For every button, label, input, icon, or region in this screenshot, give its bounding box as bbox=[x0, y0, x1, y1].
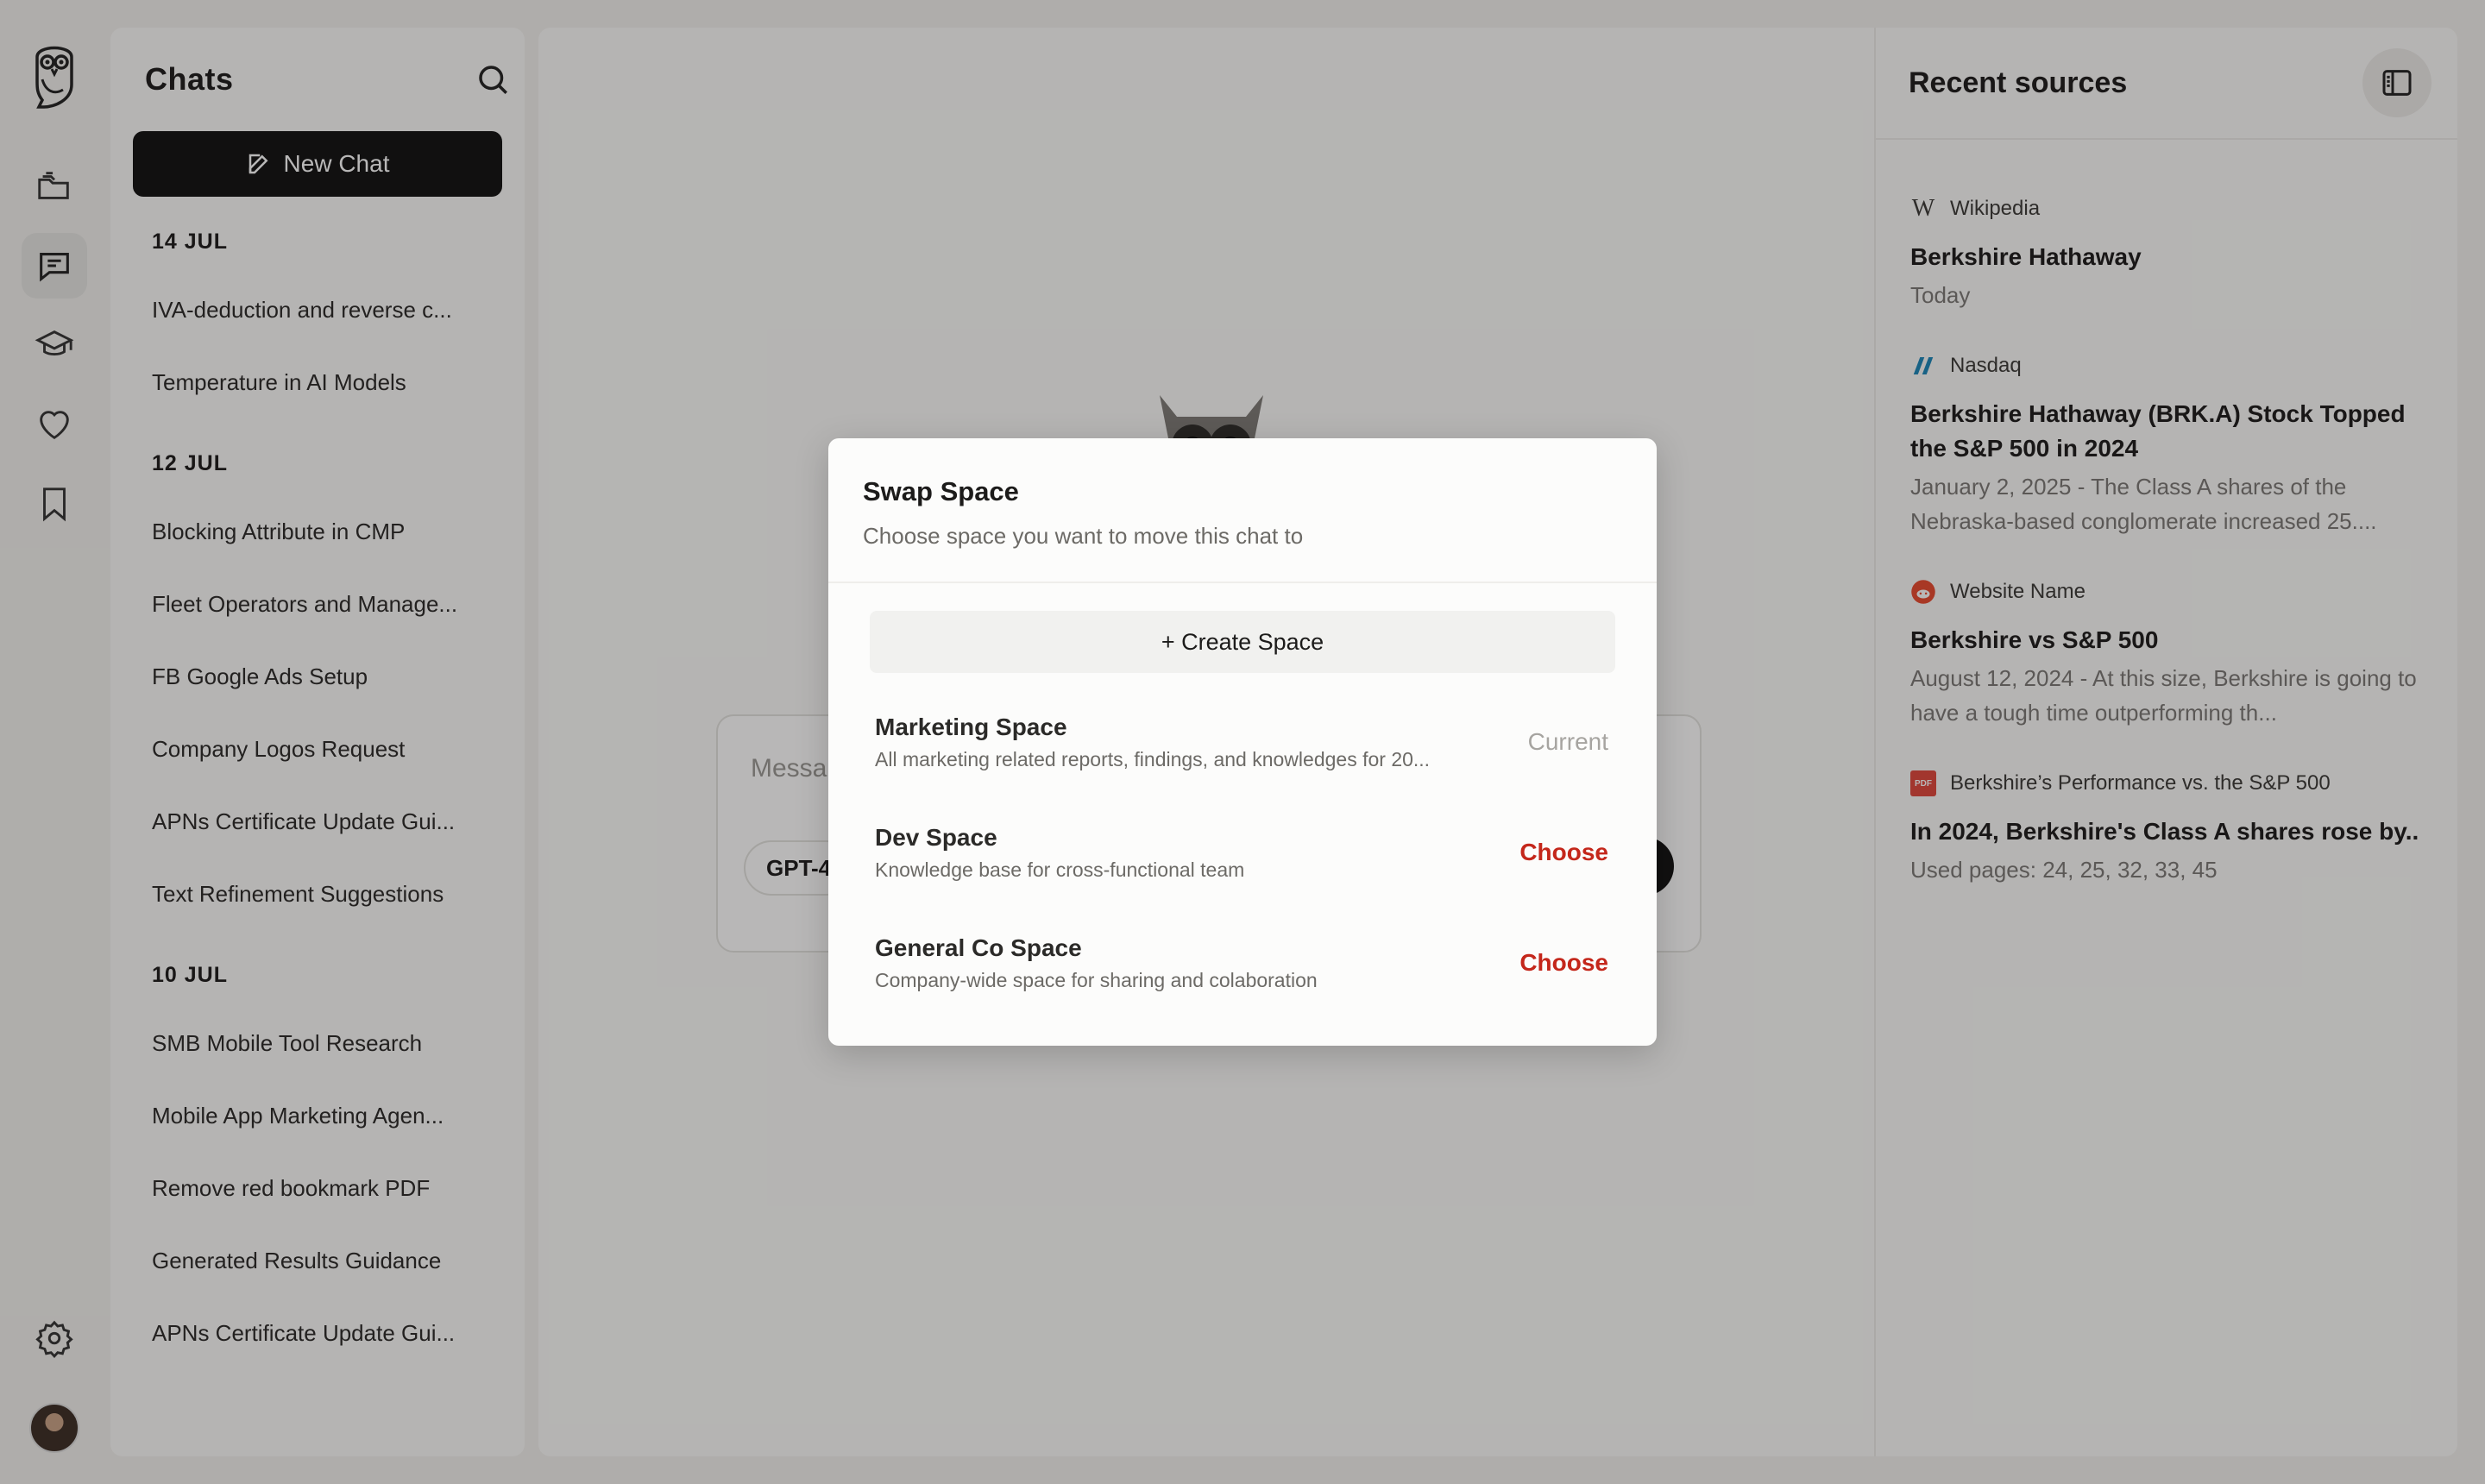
create-space-button[interactable]: + Create Space bbox=[870, 611, 1615, 673]
modal-header: Swap Space Choose space you want to move… bbox=[828, 438, 1657, 583]
space-name: Dev Space bbox=[875, 823, 997, 851]
space-info: Dev Space Knowledge base for cross-funct… bbox=[875, 824, 1244, 882]
space-desc: All marketing related reports, findings,… bbox=[875, 747, 1431, 770]
modal-title: Swap Space bbox=[863, 476, 1019, 506]
modal-subtitle: Choose space you want to move this chat … bbox=[863, 523, 1304, 549]
space-row: Dev Space Knowledge base for cross-funct… bbox=[875, 797, 1608, 908]
space-row: General Co Space Company-wide space for … bbox=[875, 908, 1608, 1018]
choose-space-button[interactable]: Choose bbox=[1519, 949, 1608, 977]
space-name: Marketing Space bbox=[875, 713, 1067, 740]
space-info: General Co Space Company-wide space for … bbox=[875, 934, 1318, 992]
current-space-label: Current bbox=[1527, 728, 1608, 755]
space-desc: Knowledge base for cross-functional team bbox=[875, 858, 1245, 881]
space-desc: Company-wide space for sharing and colab… bbox=[875, 968, 1318, 991]
space-name: General Co Space bbox=[875, 934, 1082, 961]
choose-space-button[interactable]: Choose bbox=[1519, 839, 1608, 866]
space-row: Marketing Space All marketing related re… bbox=[875, 687, 1608, 797]
swap-space-modal: Swap Space Choose space you want to move… bbox=[828, 438, 1657, 1046]
space-info: Marketing Space All marketing related re… bbox=[875, 714, 1430, 771]
